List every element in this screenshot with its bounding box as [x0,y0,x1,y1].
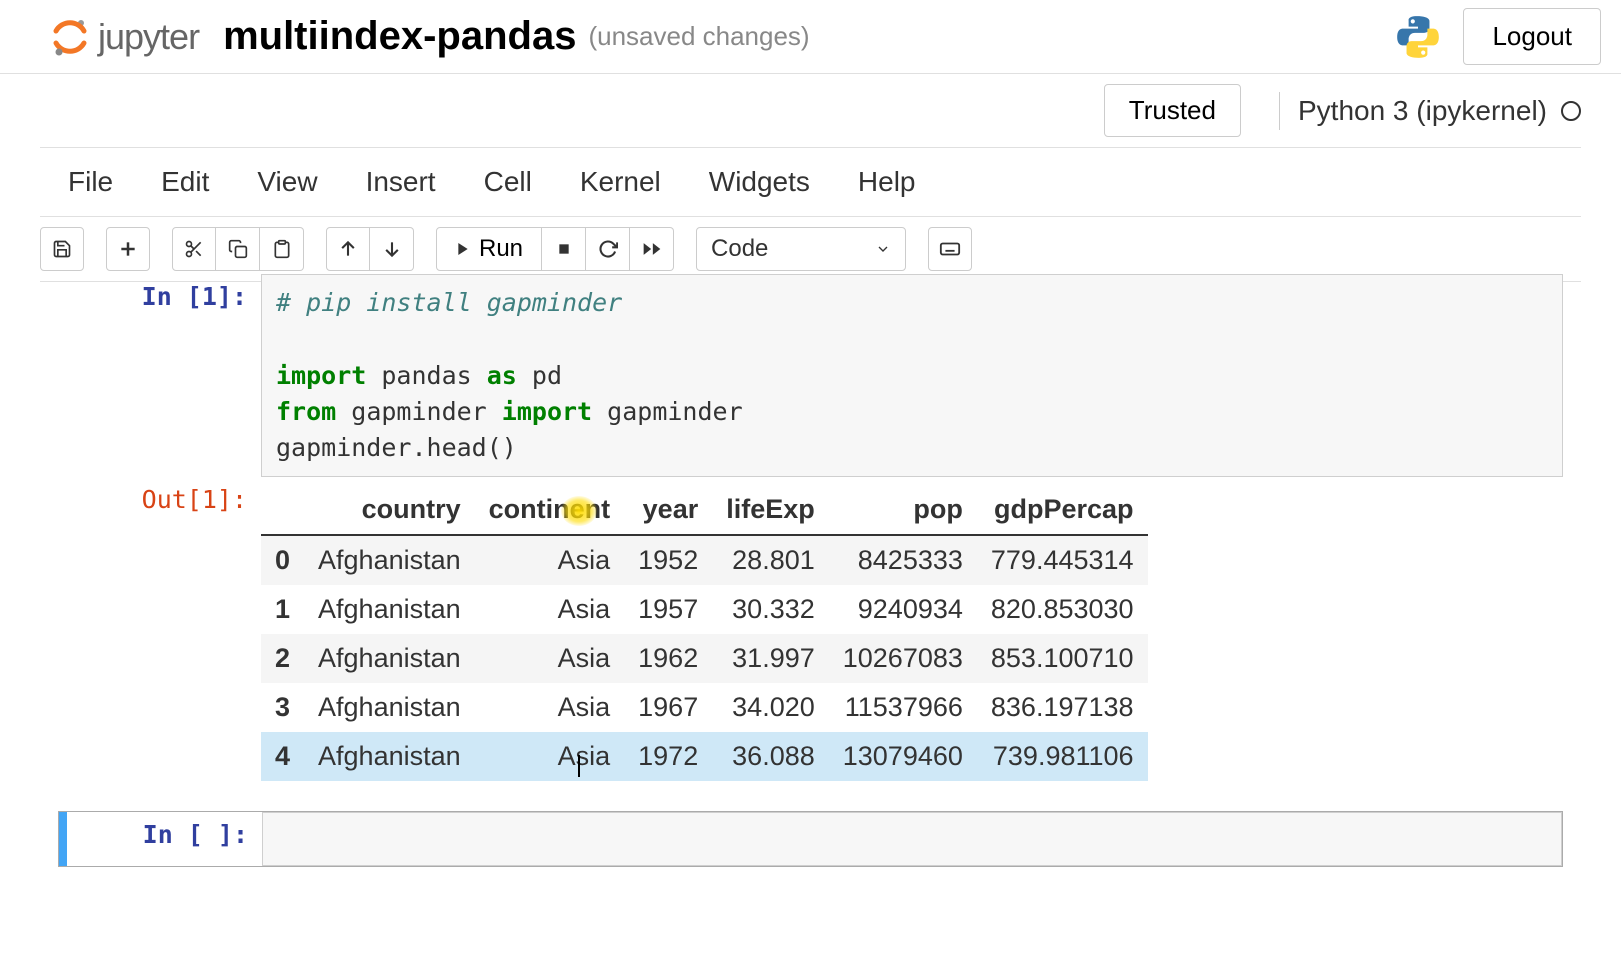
move-down-button[interactable] [370,227,414,271]
kernel-indicator-icon[interactable] [1561,101,1581,121]
cut-icon [184,239,204,259]
menubar: File Edit View Insert Cell Kernel Widget… [40,148,1581,217]
fast-forward-icon [642,239,662,259]
run-button[interactable]: Run [436,227,542,271]
logout-button[interactable]: Logout [1463,8,1601,65]
input-prompt: In [ ]: [67,812,262,866]
paste-icon [272,239,292,259]
input-prompt: In [1]: [66,274,261,477]
restart-run-all-button[interactable] [630,227,674,271]
menu-file[interactable]: File [68,166,113,198]
output-prompt: Out[1]: [66,477,261,789]
highlight-marker-icon: continent [489,494,611,525]
menu-kernel[interactable]: Kernel [580,166,661,198]
restart-icon [598,239,618,259]
run-label: Run [479,235,523,263]
notebook-area: In [1]: # pip install gapminder import p… [40,274,1581,907]
paste-button[interactable] [260,227,304,271]
table-row: 3 Afghanistan Asia 1967 34.020 11537966 … [261,683,1148,732]
interrupt-button[interactable] [542,227,586,271]
cell-type-select[interactable]: Code [696,227,906,271]
table-row: 2 Afghanistan Asia 1962 31.997 10267083 … [261,634,1148,683]
menu-edit[interactable]: Edit [161,166,209,198]
menu-help[interactable]: Help [858,166,916,198]
menu-widgets[interactable]: Widgets [709,166,810,198]
table-row: 4 Afghanistan Asia 1972 36.088 13079460 … [261,732,1148,781]
table-header-row: country continent year lifeExp pop gdpPe… [261,485,1148,535]
col-index [261,485,304,535]
menu-view[interactable]: View [257,166,317,198]
copy-icon [228,239,248,259]
jupyter-word: jupyter [98,16,199,58]
col-lifeexp: lifeExp [712,485,829,535]
save-status: (unsaved changes) [588,21,809,52]
stop-icon [556,241,572,257]
trusted-button[interactable]: Trusted [1104,84,1241,137]
keyboard-icon [939,238,961,260]
chevron-down-icon [875,241,891,257]
divider [1279,92,1280,130]
python-icon [1393,12,1443,62]
cell-type-value: Code [711,235,768,263]
code-cell-2[interactable]: In [ ]: [58,811,1563,867]
output-cell-1: Out[1]: country continent year lifeExp p… [58,477,1563,789]
table-row: 0 Afghanistan Asia 1952 28.801 8425333 7… [261,535,1148,585]
header-bar: jupyter multiindex-pandas (unsaved chang… [0,0,1621,74]
arrow-down-icon [382,239,402,259]
save-icon [52,239,72,259]
menu-cell[interactable]: Cell [484,166,532,198]
code-cell-1[interactable]: In [1]: # pip install gapminder import p… [58,274,1563,477]
cut-button[interactable] [172,227,216,271]
command-palette-button[interactable] [928,227,972,271]
add-cell-button[interactable] [106,227,150,271]
plus-icon [118,239,138,259]
play-icon [455,241,471,257]
notebook-title[interactable]: multiindex-pandas [223,14,576,59]
toolbar: Run Code [40,217,1581,282]
kernel-name[interactable]: Python 3 (ipykernel) [1298,95,1547,127]
col-continent: continent [475,485,625,535]
menu-insert[interactable]: Insert [366,166,436,198]
arrow-up-icon [338,239,358,259]
code-input[interactable] [262,812,1562,866]
code-input[interactable]: # pip install gapminder import pandas as… [261,274,1563,477]
status-bar: Trusted Python 3 (ipykernel) [40,74,1581,148]
col-country: country [304,485,475,535]
col-gdppercap: gdpPercap [977,485,1148,535]
jupyter-icon [50,17,90,57]
save-button[interactable] [40,227,84,271]
move-up-button[interactable] [326,227,370,271]
text-cursor-icon: Asia [558,741,611,771]
dataframe-table: country continent year lifeExp pop gdpPe… [261,485,1148,781]
jupyter-logo[interactable]: jupyter [50,16,199,58]
col-pop: pop [829,485,977,535]
col-year: year [624,485,712,535]
table-row: 1 Afghanistan Asia 1957 30.332 9240934 8… [261,585,1148,634]
restart-button[interactable] [586,227,630,271]
copy-button[interactable] [216,227,260,271]
